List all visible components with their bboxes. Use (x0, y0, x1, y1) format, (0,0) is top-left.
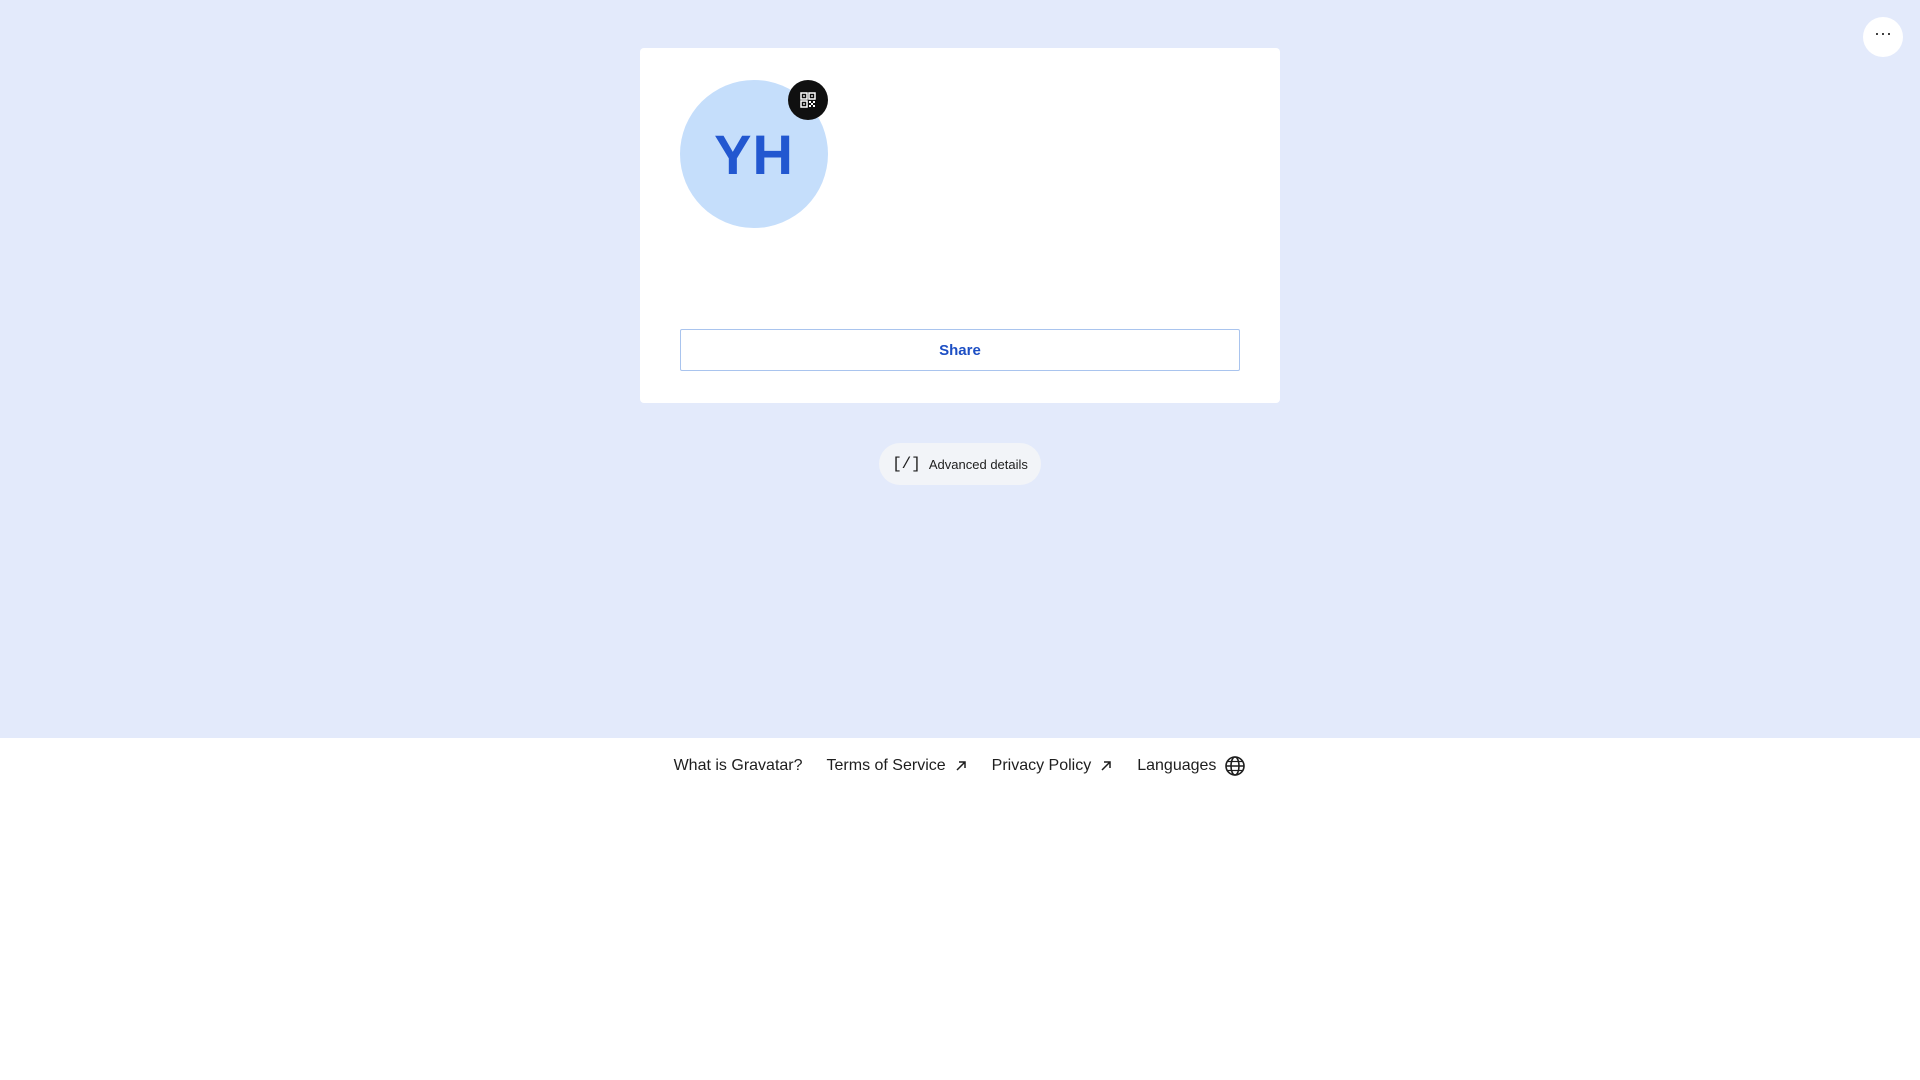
advanced-details-button[interactable]: [/] Advanced details (879, 443, 1041, 485)
profile-card: YH Share (640, 48, 1280, 403)
profile-page: ··· YH Share [/] Advanced details What i… (0, 0, 1920, 1080)
code-icon: [/] (892, 455, 921, 473)
more-options-button[interactable]: ··· (1863, 17, 1903, 57)
avatar-initials: YH (714, 122, 794, 186)
footer-link-label: Languages (1137, 757, 1217, 774)
qr-code-icon (800, 92, 816, 108)
footer-link-privacy-policy[interactable]: Privacy Policy (992, 757, 1114, 775)
advanced-details-label: Advanced details (928, 456, 1028, 472)
footer-link-what-is-gravatar[interactable]: What is Gravatar? (674, 757, 803, 775)
hero-section: ··· YH Share [/] Advanced details (0, 0, 1920, 738)
footer-link-label: Terms of Service (826, 757, 946, 774)
globe-icon (1225, 756, 1246, 776)
external-arrow-icon (956, 761, 966, 771)
share-button[interactable]: Share (680, 329, 1240, 371)
footer-link-terms-of-service[interactable]: Terms of Service (827, 757, 968, 775)
footer-link-languages[interactable]: Languages (1137, 755, 1246, 777)
more-horizontal-icon: ··· (1874, 23, 1892, 43)
footer: What is Gravatar? Terms of Service Priva… (0, 738, 1920, 794)
qr-code-button[interactable] (788, 80, 828, 120)
footer-link-label: Privacy Policy (991, 757, 1092, 774)
footer-link-label: What is Gravatar? (673, 757, 803, 774)
external-arrow-icon (1101, 761, 1111, 771)
